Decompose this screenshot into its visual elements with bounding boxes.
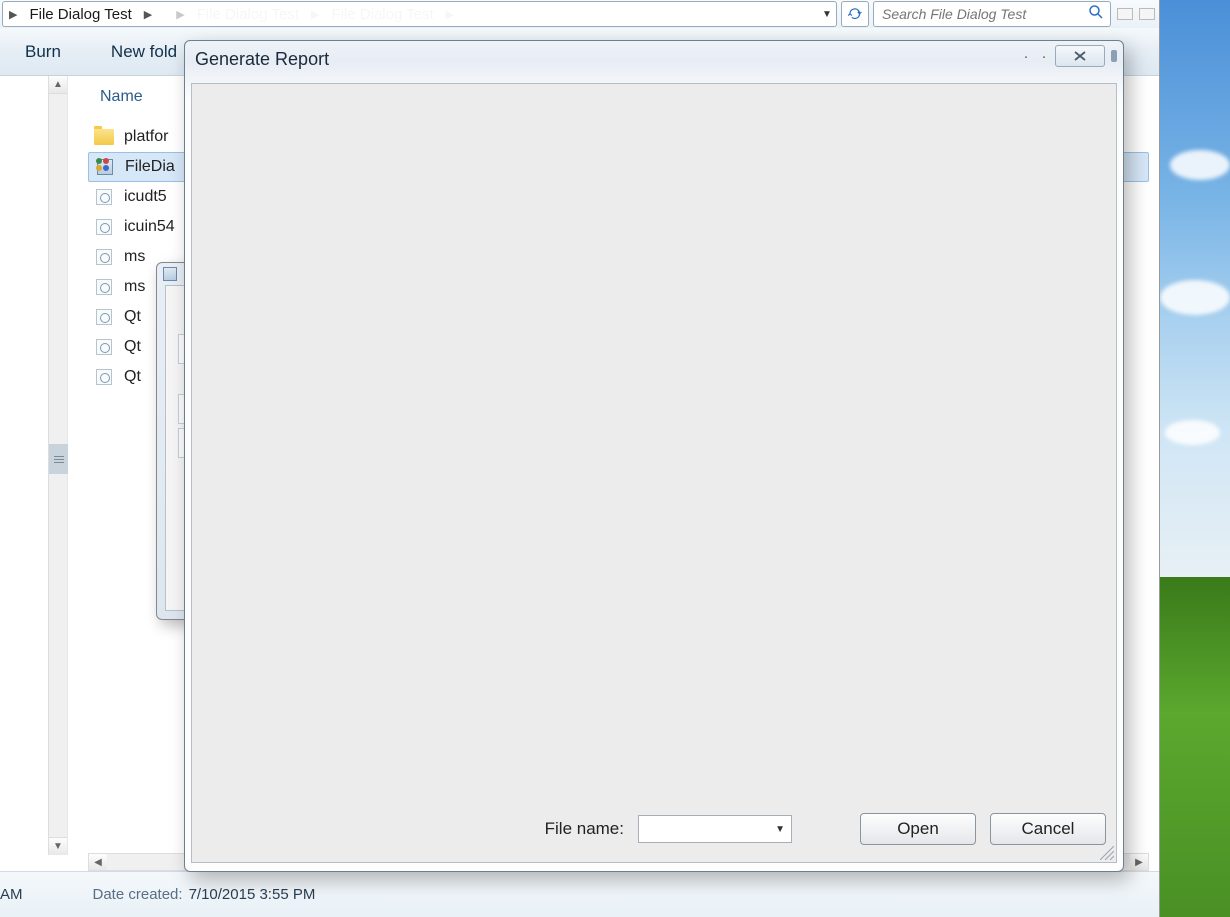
scroll-thumb[interactable] (49, 444, 68, 474)
scroll-down-icon[interactable]: ▼ (49, 837, 67, 855)
dialog-body: File name: ▼ Open Cancel (191, 83, 1117, 863)
chevron-right-icon: ▶ (170, 8, 190, 21)
file-name: ms (124, 248, 145, 266)
nav-scrollbar[interactable]: ▲ ▼ (48, 76, 67, 855)
dll-icon (94, 367, 114, 387)
window-grip-icon (1109, 45, 1119, 67)
dll-icon (94, 187, 114, 207)
status-bar: AM Date created: 7/10/2015 3:55 PM (0, 871, 1159, 917)
new-folder-button[interactable]: New fold (111, 42, 177, 62)
cancel-button[interactable]: Cancel (990, 813, 1106, 845)
breadcrumb-bar[interactable]: ▶ File Dialog Test ▶ ▶ File Dialog Test … (2, 1, 837, 27)
dll-icon (94, 247, 114, 267)
dll-icon (94, 217, 114, 237)
resize-grip-icon[interactable] (1100, 846, 1114, 860)
tray-icon[interactable] (1117, 8, 1133, 20)
window-buttons: · · (1019, 45, 1119, 67)
chevron-right-icon: ▶ (440, 8, 460, 21)
breadcrumb-item-faded: File Dialog Test (325, 6, 439, 23)
scroll-up-icon[interactable]: ▲ (49, 76, 67, 94)
minimize-hint-icon: · (1019, 45, 1033, 67)
refresh-button[interactable] (841, 1, 869, 27)
desktop-wallpaper (1160, 0, 1230, 917)
file-name: icudt5 (124, 188, 167, 206)
status-time-fragment: AM (0, 886, 23, 903)
address-bar-row: ▶ File Dialog Test ▶ ▶ File Dialog Test … (0, 0, 1159, 28)
refresh-icon (847, 6, 863, 22)
close-icon (1071, 50, 1089, 62)
chevron-right-icon: ▶ (3, 8, 23, 21)
file-name: Qt (124, 368, 141, 386)
chevron-right-icon: ▶ (138, 8, 158, 21)
chevron-down-icon: ▼ (775, 824, 785, 835)
status-value: 7/10/2015 3:55 PM (189, 886, 316, 903)
system-tray-icons (1113, 0, 1159, 28)
file-name: Qt (124, 338, 141, 356)
application-icon (95, 157, 115, 177)
close-button[interactable] (1055, 45, 1105, 67)
file-name: FileDia (125, 158, 175, 176)
scroll-left-icon[interactable]: ◀ (89, 854, 107, 870)
search-input[interactable] (880, 5, 1088, 23)
burn-button[interactable]: Burn (25, 42, 61, 62)
file-name: Qt (124, 308, 141, 326)
file-name: ms (124, 278, 145, 296)
file-name: platfor (124, 128, 168, 146)
app-icon (163, 267, 177, 281)
file-name-label: File name: (545, 819, 624, 839)
generate-report-dialog: Generate Report · · File name: ▼ Open Ca… (184, 40, 1124, 872)
breadcrumb-item-faded: File Dialog Test (191, 6, 305, 23)
dll-icon (94, 337, 114, 357)
tray-icon[interactable] (1139, 8, 1155, 20)
maximize-hint-icon: · (1037, 45, 1051, 67)
status-label: Date created: (93, 886, 183, 903)
address-dropdown-icon[interactable]: ▼ (818, 9, 836, 20)
scroll-right-icon[interactable]: ▶ (1130, 854, 1148, 870)
dialog-title: Generate Report (195, 49, 329, 70)
file-name: icuin54 (124, 218, 175, 236)
navigation-pane: ▲ ▼ (0, 76, 68, 855)
open-button[interactable]: Open (860, 813, 976, 845)
breadcrumb-item[interactable]: File Dialog Test (23, 6, 137, 23)
file-name-combobox[interactable]: ▼ (638, 815, 792, 843)
file-name-bar: File name: ▼ Open Cancel (192, 806, 1116, 852)
folder-icon (94, 127, 114, 147)
search-icon[interactable] (1088, 4, 1104, 24)
dll-icon (94, 307, 114, 327)
search-box[interactable] (873, 1, 1111, 27)
dll-icon (94, 277, 114, 297)
chevron-right-icon: ▶ (305, 8, 325, 21)
